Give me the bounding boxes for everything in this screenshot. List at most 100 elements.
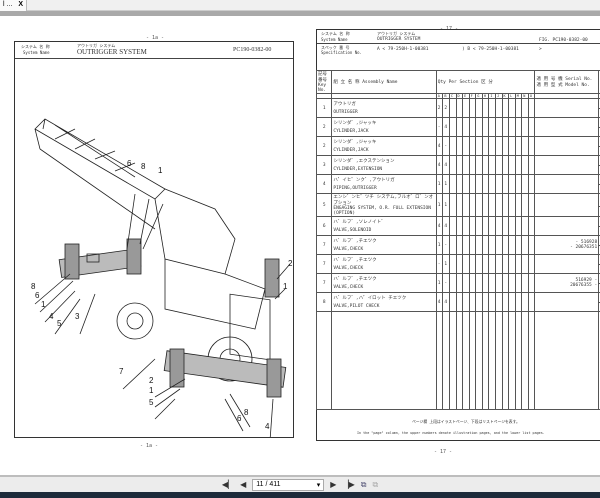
qty-cell: [488, 98, 496, 118]
assembly-en: VALVE,PILOT CHECK: [331, 302, 437, 312]
fig-number: FIG. PC190-0382-00: [539, 38, 588, 43]
assembly-jp: ハ゛ルフ゛,ハ゜イロット チエツク: [331, 292, 437, 302]
key-no: 6: [315, 216, 333, 236]
two-page-view-icon[interactable]: ⧉: [361, 480, 367, 490]
qty-cell: [475, 273, 483, 293]
qty-cell: [455, 292, 464, 312]
assembly-jp: シリンダ゛,ジャッキ: [331, 117, 437, 127]
qty-cell: [462, 136, 470, 156]
qty-cell: [488, 235, 496, 255]
qty-cell: [514, 98, 523, 118]
assembly-en: VALVE,CHECK: [331, 283, 437, 293]
callout-1: 1: [41, 300, 46, 309]
qty-cell: [508, 117, 516, 137]
qty-cell: [494, 136, 503, 156]
callout-6: 6: [127, 159, 132, 168]
qty-cell: [488, 216, 496, 236]
qty-cell: [455, 273, 464, 293]
callout-8: 8: [31, 282, 36, 291]
qty-cell: [475, 292, 483, 312]
close-icon[interactable]: X: [18, 1, 23, 10]
qty-cell: 4: [435, 292, 444, 312]
document-viewer[interactable]: - 1a - システム 名 称 System Name アウトリガ システム O…: [0, 16, 600, 475]
page-number-field[interactable]: 11 / 411 ▾: [252, 478, 325, 491]
document-tab[interactable]: l ... X: [0, 0, 28, 11]
qty-cell: [468, 136, 477, 156]
left-bottom-marker: - 1a -: [140, 443, 159, 449]
qty-cell: [455, 98, 464, 118]
qty-cell: [508, 136, 516, 156]
qty-cell: [475, 254, 483, 274]
qty-cell: [475, 216, 483, 236]
qty-cell: [455, 155, 464, 175]
qty-cell: 1: [442, 193, 450, 217]
spec-a: A < 79-250H-1-00381: [377, 47, 429, 52]
system-label-en: System Name: [321, 37, 348, 42]
qty-cell: [481, 254, 490, 274]
col-qty: Qty Per Section 区 分: [435, 70, 536, 94]
next-page-icon[interactable]: ▶: [330, 480, 336, 489]
assembly-en: CYLINDER,JACK: [331, 146, 437, 156]
qty-cell: [527, 273, 536, 293]
qty-cell: [527, 174, 536, 194]
right-bottom-marker: - 17 -: [434, 449, 453, 455]
navigation-toolbar: ◀▏ ◀ 11 / 411 ▾ ▶ ▕▶ ⧉ ⧉: [0, 475, 600, 492]
assembly-jp: シリンダ゛,エクステンション: [331, 155, 437, 165]
qty-cell: -: [435, 254, 444, 274]
qty-cell: [448, 292, 457, 312]
qty-cell: [501, 155, 510, 175]
qty-cell: [455, 136, 464, 156]
callout-3: 3: [75, 312, 80, 321]
serial-no: [534, 193, 600, 217]
key-no: 8: [315, 292, 333, 312]
qty-cell: [508, 273, 516, 293]
qty-cell: [501, 235, 510, 255]
last-page-icon[interactable]: ▕▶: [342, 480, 354, 489]
qty-cell: [494, 216, 503, 236]
qty-cell: [501, 216, 510, 236]
table-row: 8ハ゛ルフ゛,ハ゜イロット チエツク44558: [315, 292, 600, 312]
qty-cell: -: [442, 273, 450, 293]
qty-cell: [514, 292, 523, 312]
serial-no: [534, 117, 600, 137]
previous-page-icon[interactable]: ◀: [240, 480, 246, 489]
qty-cell: 4: [442, 117, 450, 137]
qty-cell: [448, 254, 457, 274]
first-page-icon[interactable]: ◀▏: [222, 480, 234, 489]
qty-cell: [488, 254, 496, 274]
qty-cell: [488, 174, 496, 194]
qty-cell: [508, 292, 516, 312]
qty-cell: [501, 273, 510, 293]
table-row: 6ハ゛ルフ゛,ソレノイト゛44206: [315, 216, 600, 236]
chevron-down-icon[interactable]: ▾: [317, 481, 321, 489]
assembly-en: PIPING,OUTRIGGER: [331, 184, 437, 194]
col-key: 記号番号 Key No.: [315, 70, 333, 94]
qty-cell: [462, 292, 470, 312]
qty-cell: [475, 193, 483, 217]
qty-cell: [521, 216, 529, 236]
serial-no: [534, 292, 600, 312]
serial-no: [534, 254, 600, 274]
assembly-en: CYLINDER,EXTENSION: [331, 165, 437, 175]
qty-cell: [462, 254, 470, 274]
qty-cell: [501, 98, 510, 118]
key-no: 7: [315, 235, 333, 255]
callout-4: 4: [265, 422, 270, 431]
qty-cell: [521, 117, 529, 137]
qty-cell: [481, 273, 490, 293]
qty-cell: [514, 117, 523, 137]
qty-cell: 4: [435, 136, 444, 156]
qty-cell: [501, 193, 510, 217]
qty-cell: 1: [435, 174, 444, 194]
table-row: 2シリンダ゛,ジャッキ4-116: [315, 136, 600, 156]
single-page-view-icon[interactable]: ⧉: [372, 480, 378, 490]
qty-cell: [448, 273, 457, 293]
callout-6: 6: [35, 291, 40, 300]
qty-cell: [521, 174, 529, 194]
qty-cell: [448, 136, 457, 156]
qty-cell: [448, 98, 457, 118]
qty-cell: [468, 117, 477, 137]
qty-cell: [494, 174, 503, 194]
qty-cell: [475, 98, 483, 118]
qty-cell: [508, 155, 516, 175]
